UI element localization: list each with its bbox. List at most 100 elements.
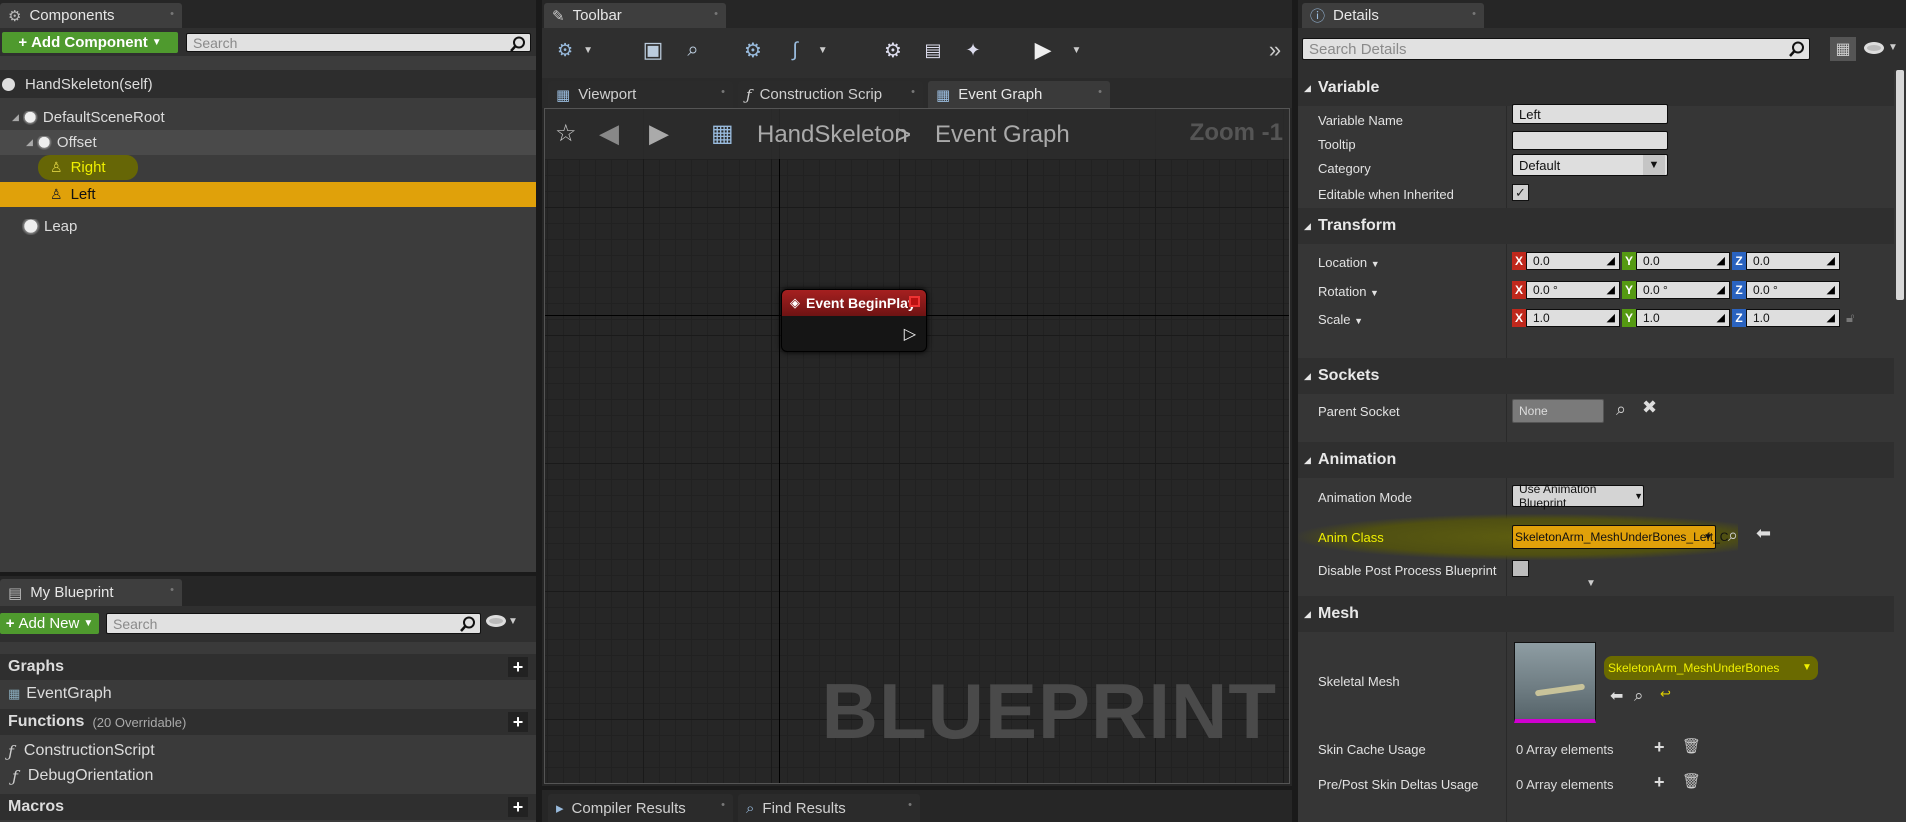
rotation-y-field[interactable]: 0.0 ° ◢ — [1636, 281, 1730, 299]
tab-viewport[interactable]: ▦ Viewport • — [548, 81, 733, 108]
event-beginplay-node[interactable]: ◈ Event BeginPlay ▷ — [781, 289, 927, 352]
add-component-button[interactable]: + Add Component ▼ — [2, 32, 178, 53]
tree-item-left[interactable]: ♙ Left — [0, 182, 536, 207]
add-element-icon[interactable]: + — [1654, 737, 1665, 758]
close-icon[interactable]: • — [1472, 8, 1476, 20]
add-new-button[interactable]: + Add New ▼ — [0, 613, 99, 634]
rotation-x-field[interactable]: 0.0 ° ◢ — [1526, 281, 1620, 299]
close-icon[interactable]: • — [714, 8, 718, 20]
mesh-thumbnail[interactable] — [1514, 642, 1596, 723]
close-icon[interactable]: • — [170, 584, 174, 596]
trash-icon[interactable]: 🗑︎ — [1682, 772, 1701, 790]
property-matrix-icon[interactable]: ▦ — [1830, 37, 1856, 61]
tab-find-results[interactable]: ⌕ Find Results • — [738, 794, 920, 822]
tab-compiler-results[interactable]: ▸ Compiler Results • — [548, 794, 733, 822]
advanced-expand-icon[interactable]: ▼ — [1586, 578, 1596, 589]
close-icon[interactable]: • — [908, 799, 912, 811]
expand-toolbar-icon[interactable]: » — [1260, 28, 1290, 72]
scale-y-field[interactable]: 1.0 ◢ — [1636, 309, 1730, 327]
back-arrow-icon[interactable]: ◀ — [599, 118, 619, 149]
components-tab[interactable]: ⚙ Components • — [0, 3, 182, 28]
location-z-field[interactable]: 0.0 ◢ — [1746, 252, 1840, 270]
components-search-input[interactable]: Search — [186, 33, 531, 52]
self-item[interactable]: HandSkeleton(self) — [0, 70, 536, 98]
details-search-input[interactable]: Search Details — [1302, 38, 1810, 60]
tab-event-graph[interactable]: ▦ Event Graph • — [928, 81, 1110, 108]
view-options-button[interactable]: ▼ — [486, 615, 518, 627]
event-graph-item[interactable]: ▦ EventGraph — [0, 683, 112, 705]
anim-class-dropdown[interactable]: SkeletonArm_MeshUnderBones_Left_C ▼ — [1512, 525, 1728, 549]
tree-item-leap[interactable]: Leap — [0, 214, 536, 239]
location-label[interactable]: Location ▼ — [1318, 255, 1380, 270]
details-tab[interactable]: ⓘ Details • — [1302, 3, 1484, 28]
lock-icon[interactable]: 🔓︎ — [1846, 310, 1854, 326]
tree-item-right[interactable]: ♙ Right — [0, 155, 536, 180]
exec-pin-icon[interactable]: ▷ — [904, 324, 916, 344]
skeletal-mesh-value[interactable]: SkeletonArm_MeshUnderBones — [1608, 661, 1779, 675]
animation-mode-dropdown[interactable]: Use Animation Blueprint ▼ — [1512, 482, 1644, 510]
rotation-label[interactable]: Rotation ▼ — [1318, 284, 1379, 299]
graph-canvas[interactable]: ☆ ◀ ▶ ▦ HandSkeleton > Event Graph Zoom … — [544, 108, 1290, 784]
use-selected-icon[interactable]: ⬅ — [1756, 523, 1771, 544]
my-blueprint-tab[interactable]: ▤ My Blueprint • — [0, 579, 182, 606]
details-scrollbar[interactable] — [1896, 70, 1904, 300]
delegate-pin-icon[interactable] — [909, 296, 920, 307]
use-selected-icon[interactable]: ⬅ — [1610, 686, 1623, 706]
location-x-field[interactable]: 0.0 ◢ — [1526, 252, 1620, 270]
save-icon[interactable]: ▣ — [638, 28, 668, 72]
blueprint-props-icon[interactable]: ▤ — [918, 28, 948, 72]
compile-button[interactable]: ⚙ ▼ — [550, 28, 600, 72]
launch-icon[interactable]: ✦ — [958, 28, 988, 72]
add-macro-button[interactable]: + — [508, 797, 528, 817]
close-icon[interactable]: • — [1098, 86, 1102, 98]
tab-construction-script[interactable]: ƒ Construction Scrip • — [738, 81, 923, 108]
section-mesh[interactable]: ◢ Mesh — [1298, 596, 1894, 632]
trash-icon[interactable]: 🗑︎ — [1682, 737, 1701, 755]
close-icon[interactable]: • — [721, 799, 725, 811]
class-defaults-icon[interactable]: ∫ ▼ — [780, 28, 840, 72]
star-icon[interactable]: ☆ — [555, 119, 577, 148]
section-animation[interactable]: ◢ Animation — [1298, 442, 1894, 478]
find-in-blueprint-icon[interactable]: ⌕ — [678, 28, 708, 72]
close-icon[interactable]: • — [721, 86, 725, 98]
toolbar-tab[interactable]: ✎ Toolbar • — [544, 3, 726, 28]
forward-arrow-icon[interactable]: ▶ — [649, 118, 669, 149]
browse-icon[interactable]: ⌕ — [1634, 686, 1644, 706]
scale-label[interactable]: Scale ▼ — [1318, 312, 1363, 327]
location-y-field[interactable]: 0.0 ◢ — [1636, 252, 1730, 270]
tree-item-defaultsceneroot[interactable]: ◢ DefaultSceneRoot — [0, 105, 536, 130]
tree-item-offset[interactable]: ◢ Offset — [0, 130, 536, 155]
function-item[interactable]: ƒ ConstructionScript — [0, 740, 155, 762]
section-transform[interactable]: ◢ Transform — [1298, 208, 1894, 244]
blueprint-search-input[interactable]: Search — [106, 613, 481, 634]
tooltip-field[interactable] — [1512, 131, 1668, 150]
add-graph-button[interactable]: + — [508, 657, 528, 677]
section-sockets[interactable]: ◢ Sockets — [1298, 358, 1894, 394]
variable-name-field[interactable]: Left — [1512, 104, 1668, 124]
close-icon[interactable]: • — [170, 8, 174, 20]
eye-icon[interactable] — [1864, 42, 1884, 54]
macros-section[interactable]: Macros + — [0, 794, 536, 820]
chevron-down-icon[interactable]: ▼ — [1802, 662, 1812, 673]
section-variable[interactable]: ◢ Variable — [1298, 70, 1894, 106]
add-function-button[interactable]: + — [508, 712, 528, 732]
scale-z-field[interactable]: 1.0 ◢ — [1746, 309, 1840, 327]
parent-socket-field[interactable]: None — [1512, 399, 1604, 423]
chevron-down-icon[interactable]: ▼ — [1888, 42, 1898, 53]
function-item[interactable]: ƒ DebugOrientation — [0, 765, 153, 787]
add-element-icon[interactable]: + — [1654, 772, 1665, 793]
close-icon[interactable]: • — [911, 86, 915, 98]
breadcrumb-root[interactable]: HandSkeleton — [757, 121, 908, 149]
browse-icon[interactable]: ⌕ — [1616, 399, 1626, 420]
rotation-z-field[interactable]: 0.0 ° ◢ — [1746, 281, 1840, 299]
class-settings-icon[interactable]: ⚙ — [738, 28, 768, 72]
browse-icon[interactable]: ⌕ — [1728, 525, 1738, 546]
editable-checkbox[interactable]: ✓ — [1512, 184, 1529, 201]
scale-x-field[interactable]: 1.0 ◢ — [1526, 309, 1620, 327]
disable-post-process-checkbox[interactable] — [1512, 560, 1529, 577]
play-button[interactable]: ▶ ▼ — [1028, 28, 1088, 72]
graphs-section[interactable]: Graphs + — [0, 654, 536, 680]
functions-section[interactable]: Functions (20 Overridable) + — [0, 709, 536, 735]
category-dropdown[interactable]: Default ▼ — [1512, 154, 1668, 176]
simulation-icon[interactable]: ⚙ — [878, 28, 908, 72]
